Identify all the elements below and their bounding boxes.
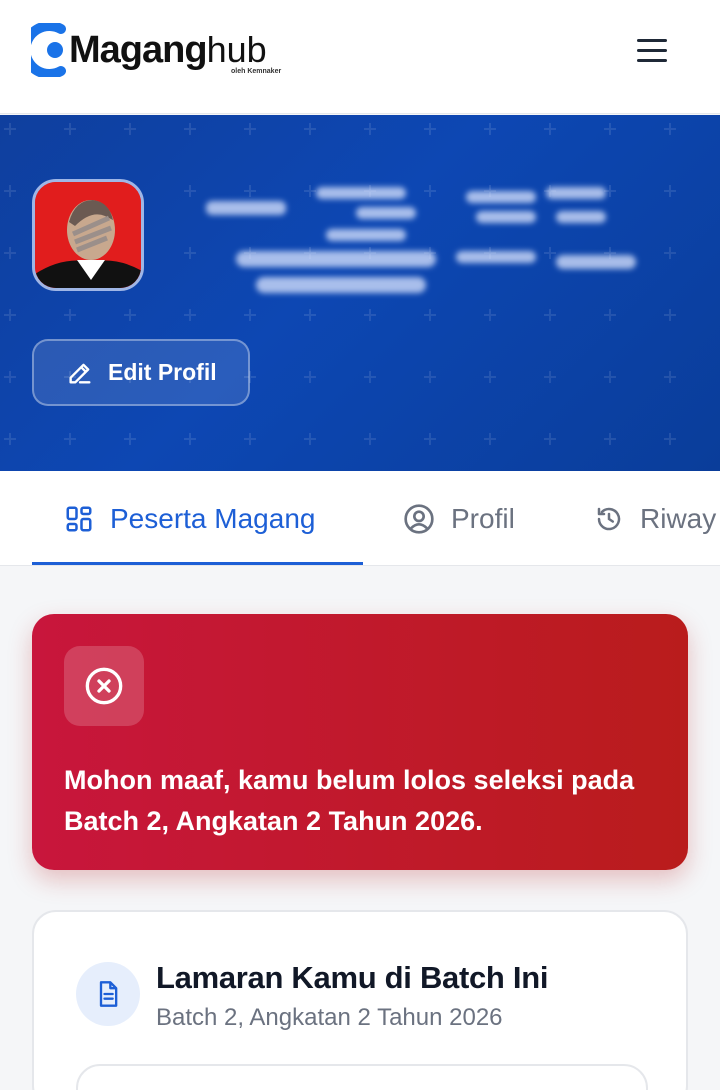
profile-hero: Edit Profil [0,115,720,471]
profile-avatar [32,179,144,291]
tab-bar: Peserta Magang Profil Riway [0,471,720,566]
history-icon [597,507,621,530]
card-title: Lamaran Kamu di Batch Ini [156,960,549,995]
hamburger-menu-icon[interactable] [630,30,674,70]
maganghub-logo[interactable]: Magang hub oleh Kemnaker [20,21,281,79]
logo-wordmark: Magang hub [69,29,267,72]
application-card: Lamaran Kamu di Batch Ini Batch 2, Angka… [32,910,688,1090]
tab-label: Peserta Magang [110,502,316,534]
redacted-name [206,187,636,293]
user-circle-icon [404,503,434,534]
tab-riwayat[interactable]: Riway [594,471,717,565]
logo-bold-text: Magang [69,28,208,71]
tab-label: Profil [451,502,515,534]
grid-icon [66,506,92,531]
pencil-icon [69,363,91,383]
rejection-alert: Mohon maaf, kamu belum lolos seleksi pad… [32,614,688,870]
x-circle-icon [64,646,144,726]
logo-mark-icon [20,21,67,79]
edit-profile-label: Edit Profil [108,359,217,385]
card-subtitle: Batch 2, Angkatan 2 Tahun 2026 [156,1004,503,1031]
alert-message: Mohon maaf, kamu belum lolos seleksi pad… [64,765,635,836]
document-icon [76,962,140,1026]
tab-profil[interactable]: Profil [403,471,515,565]
edit-profile-button[interactable]: Edit Profil [32,339,250,406]
app-header: Magang hub oleh Kemnaker [0,0,720,114]
application-item[interactable] [76,1064,648,1090]
tab-label: Riway [640,502,717,534]
tab-peserta-magang[interactable]: Peserta Magang [32,471,363,565]
logo-light-text: hub [206,28,267,70]
logo-tagline: oleh Kemnaker [231,68,282,75]
